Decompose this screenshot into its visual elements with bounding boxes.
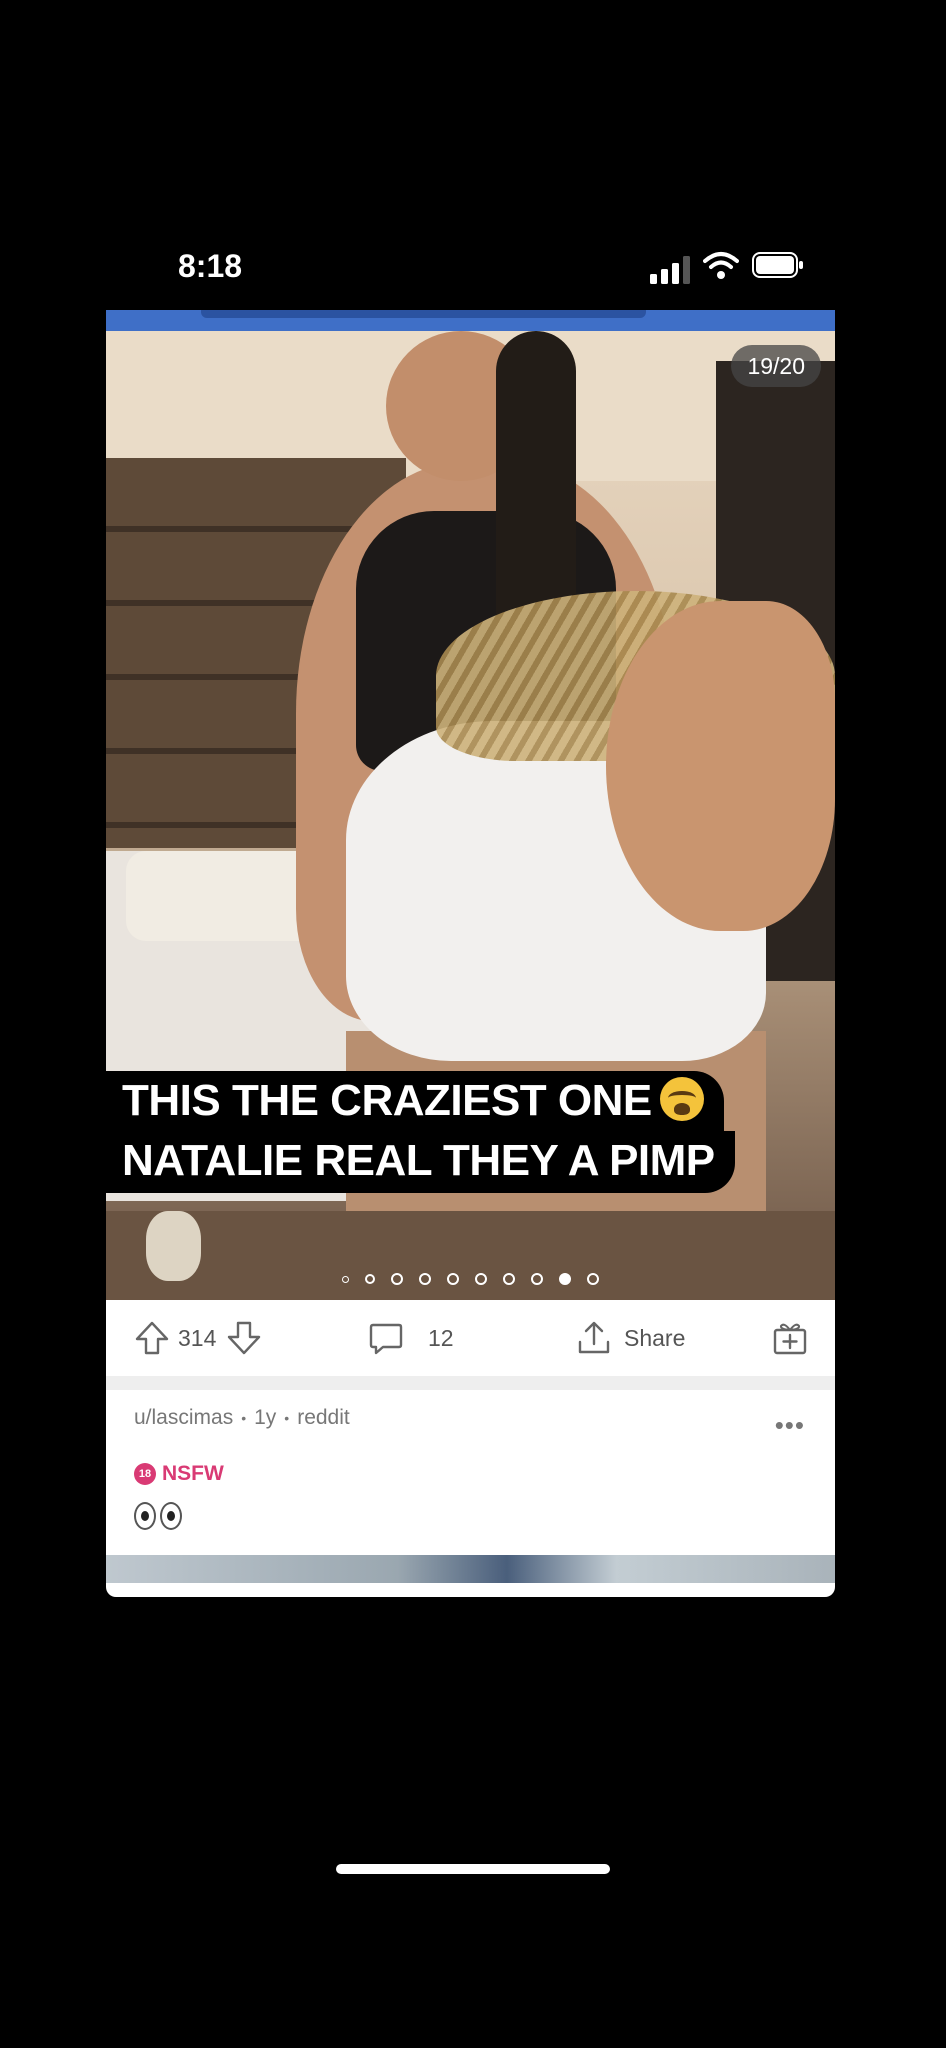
comment-icon xyxy=(369,1323,403,1355)
image-counter-badge: 19/20 xyxy=(731,345,821,387)
share-icon xyxy=(578,1321,610,1354)
more-options-icon[interactable]: ••• xyxy=(775,1410,805,1441)
gift-icon xyxy=(773,1323,807,1355)
eyes-emoji-icon xyxy=(134,1502,182,1530)
gallery-dot[interactable] xyxy=(342,1275,349,1283)
author-link[interactable]: u/lascimas xyxy=(134,1406,233,1430)
home-indicator[interactable] xyxy=(336,1864,610,1874)
post-action-bar: 314 12 Share xyxy=(106,1300,835,1376)
gallery-dot[interactable] xyxy=(503,1273,515,1285)
post-age: 1y xyxy=(254,1406,277,1429)
gallery-dot[interactable] xyxy=(447,1273,459,1285)
meta-separator: • xyxy=(241,1410,247,1426)
status-time: 8:18 xyxy=(178,248,243,284)
photo-sandal xyxy=(146,1211,201,1281)
top-strip xyxy=(106,310,835,331)
caption-text-1: THIS THE CRAZIEST ONE xyxy=(122,1076,652,1125)
nsfw-label: NSFW xyxy=(162,1462,224,1485)
post-divider xyxy=(106,1376,835,1390)
share-button[interactable]: Share xyxy=(576,1300,685,1376)
post-meta: u/lascimas • 1y • reddit xyxy=(134,1406,350,1430)
award-button[interactable] xyxy=(772,1300,808,1376)
gallery-dot[interactable] xyxy=(419,1273,431,1285)
eye-left xyxy=(134,1502,156,1530)
cellular-signal-icon xyxy=(650,256,690,284)
photo-person-front-head xyxy=(606,601,835,931)
post-card: 19/20 THIS THE CRAZIEST ONE NATALIE REAL… xyxy=(106,310,835,1597)
eye-right xyxy=(160,1502,182,1530)
wifi-icon xyxy=(703,252,739,279)
comment-count: 12 xyxy=(428,1324,454,1351)
gallery-dot-active[interactable] xyxy=(559,1273,571,1285)
gallery-dot[interactable] xyxy=(365,1274,375,1284)
nsfw-18-icon: 18 xyxy=(134,1463,156,1485)
nsfw-tag: 18 NSFW xyxy=(134,1462,224,1486)
battery-icon xyxy=(752,252,803,278)
vote-group: 314 xyxy=(134,1300,262,1376)
comment-button[interactable]: 12 xyxy=(368,1300,454,1376)
gallery-dot[interactable] xyxy=(391,1273,403,1285)
caption-line-2: NATALIE REAL THEY A PIMP xyxy=(106,1131,735,1193)
status-bar: 8:18 xyxy=(0,240,946,300)
gallery-dot[interactable] xyxy=(587,1273,599,1285)
post-source[interactable]: reddit xyxy=(297,1406,350,1430)
crying-face-icon xyxy=(659,1077,704,1121)
meta-separator: • xyxy=(284,1410,290,1426)
share-label: Share xyxy=(624,1324,686,1351)
next-post-thumbnail[interactable] xyxy=(106,1555,835,1583)
top-strip-notch xyxy=(201,310,646,318)
caption-line-1: THIS THE CRAZIEST ONE xyxy=(106,1071,724,1133)
gallery-dot[interactable] xyxy=(531,1273,543,1285)
post-image[interactable]: 19/20 THIS THE CRAZIEST ONE NATALIE REAL… xyxy=(106,331,835,1300)
gallery-dots xyxy=(106,1273,835,1285)
upvote-icon[interactable] xyxy=(134,1320,170,1356)
downvote-icon[interactable] xyxy=(226,1320,262,1356)
photo-floor xyxy=(106,1211,835,1300)
vote-count: 314 xyxy=(178,1324,217,1351)
gallery-dot[interactable] xyxy=(475,1273,487,1285)
